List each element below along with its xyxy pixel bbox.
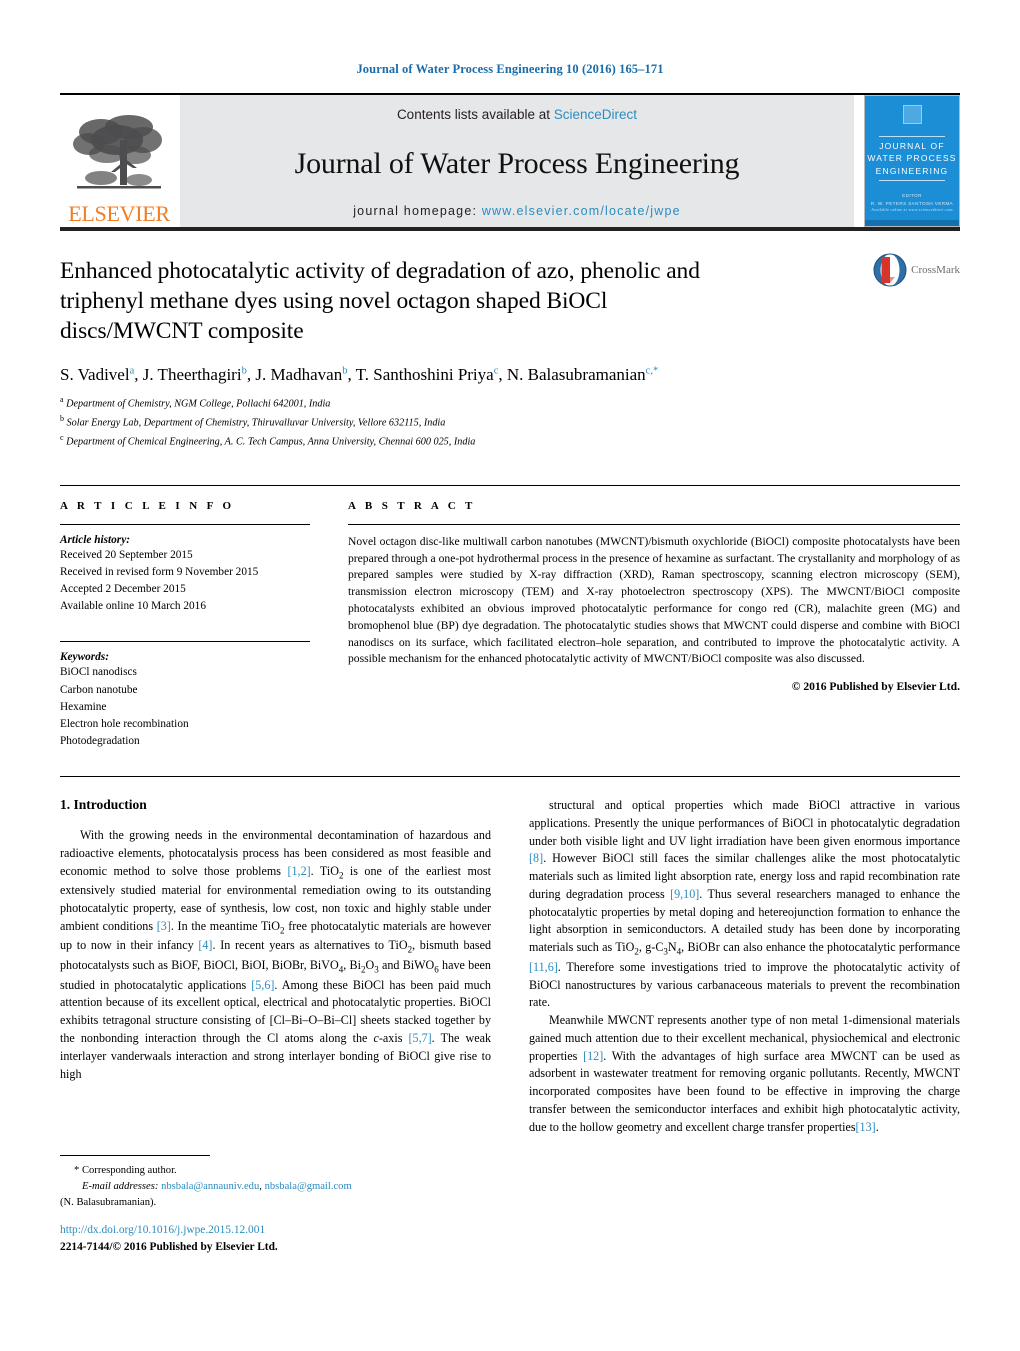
affiliation-text: Department of Chemical Engineering, A. C… — [66, 436, 476, 448]
affiliation-marker: c — [60, 432, 64, 442]
author-affil-marker: a — [129, 365, 135, 377]
cover-editor-label: EDITOR — [902, 192, 922, 198]
article-info-column: A R T I C L E I N F O Article history: R… — [60, 486, 310, 750]
author-affil-marker: b — [241, 365, 247, 377]
affiliation-item: a Department of Chemistry, NGM College, … — [60, 394, 960, 413]
paragraph: Meanwhile MWCNT represents another type … — [529, 1013, 960, 1134]
body-top-rule — [60, 776, 960, 778]
author-list: S. Vadivela, J. Theerthagirib, J. Madhav… — [60, 365, 659, 384]
article-info-heading: A R T I C L E I N F O — [60, 499, 235, 512]
info-abstract-section: A R T I C L E I N F O Article history: R… — [60, 484, 960, 750]
keyword-item: Hexamine — [60, 700, 107, 713]
cover-title: JOURNAL OF WATER PROCESS ENGINEERING — [867, 140, 956, 177]
article-title: Enhanced photocatalytic activity of degr… — [60, 257, 860, 347]
contents-line: Contents lists available at ScienceDirec… — [397, 107, 637, 122]
abstract-copyright: © 2016 Published by Elsevier Ltd. — [791, 680, 960, 694]
running-head: Journal of Water Process Engineering 10 … — [356, 62, 664, 76]
email-link-primary[interactable]: nbsbala@annauniv.edu — [161, 1181, 259, 1192]
keywords-label: Keywords: — [60, 651, 109, 664]
contents-prefix: Contents lists available at — [396, 107, 554, 122]
section-heading-introduction: 1. Introduction — [60, 797, 147, 813]
journal-homepage-link[interactable]: www.elsevier.com/locate/jwpe — [482, 204, 681, 218]
keyword-item: Photodegradation — [60, 734, 140, 747]
cover-editor-block: EDITOR R. W. PETERS SANTOSH VERMA — [871, 192, 953, 208]
elsevier-wordmark: ELSEVIER — [68, 201, 170, 226]
abstract-heading: A B S T R A C T — [348, 499, 476, 512]
cover-bottom-bar — [865, 220, 959, 226]
corresponding-author-name: (N. Balasubramanian). — [60, 1196, 157, 1208]
body-column-right: structural and optical properties which … — [529, 797, 960, 1136]
article-title-line2: triphenyl methane dyes using novel octag… — [60, 287, 608, 314]
sciencedirect-link[interactable]: ScienceDirect — [554, 107, 637, 122]
crossmark-icon — [873, 253, 907, 287]
author-name: N. Balasubramanian — [506, 365, 646, 384]
author-name: J. Theerthagiri — [142, 365, 242, 384]
title-block: Enhanced photocatalytic activity of degr… — [60, 253, 960, 349]
author-affil-marker: c,* — [645, 365, 659, 377]
crossmark-label: CrossMark — [911, 264, 960, 276]
article-history-item: Received 20 September 2015 — [60, 548, 193, 561]
author-affil-marker: c — [493, 365, 499, 377]
keyword-item: Carbon nanotube — [60, 683, 138, 696]
cover-divider-2 — [879, 179, 945, 181]
article-title-line1: Enhanced photocatalytic activity of degr… — [60, 258, 700, 284]
body-column-left: 1. Introduction With the growing needs i… — [60, 797, 491, 1136]
affiliation-list: a Department of Chemistry, NGM College, … — [60, 394, 960, 451]
article-history-label: Article history: — [60, 533, 130, 546]
article-info-rule — [60, 523, 310, 525]
affiliation-marker: b — [60, 413, 64, 423]
keywords-block: Keywords: BiOCl nanodiscs Carbon nanotub… — [60, 641, 310, 750]
footnote-rule — [60, 1155, 210, 1156]
author-name: T. Santhoshini Priya — [355, 365, 494, 384]
cover-title-line1: JOURNAL OF — [879, 141, 945, 151]
affiliation-item: b Solar Energy Lab, Department of Chemis… — [60, 413, 960, 432]
doi-link[interactable]: http://dx.doi.org/10.1016/j.jwpe.2015.12… — [60, 1222, 500, 1239]
crossmark-badge[interactable]: CrossMark — [873, 253, 960, 287]
author-affil-marker: b — [342, 365, 348, 377]
journal-title: Journal of Water Process Engineering — [294, 147, 740, 180]
affiliation-text: Department of Chemistry, NGM College, Po… — [66, 398, 331, 410]
cover-logo-icon — [902, 105, 922, 124]
elsevier-logo: ELSEVIER — [60, 95, 178, 227]
cover-divider — [879, 136, 945, 137]
elsevier-tree-icon — [73, 115, 162, 189]
abstract-text: Novel octagon disc-like multiwall carbon… — [348, 534, 960, 666]
sciencedirect-banner: Contents lists available at ScienceDirec… — [180, 95, 854, 227]
article-history-item: Accepted 2 December 2015 — [60, 583, 186, 596]
email-link-secondary[interactable]: nbsbala@gmail.com — [265, 1181, 352, 1192]
paragraph: structural and optical properties which … — [529, 798, 961, 1010]
journal-homepage-line: journal homepage: www.elsevier.com/locat… — [353, 204, 681, 218]
keywords-rule — [60, 641, 310, 643]
doi-block: http://dx.doi.org/10.1016/j.jwpe.2015.12… — [60, 1222, 500, 1256]
journal-masthead: ELSEVIER Contents lists available at Sci… — [60, 93, 960, 227]
affiliation-marker: a — [60, 395, 64, 404]
body-columns: 1. Introduction With the growing needs i… — [60, 797, 960, 1136]
corresponding-author-note: * Corresponding author. — [74, 1165, 177, 1176]
abstract-rule — [348, 523, 960, 525]
affiliation-item: c Department of Chemical Engineering, A.… — [60, 432, 960, 451]
article-page: Journal of Water Process Engineering 10 … — [0, 0, 1020, 1351]
masthead-bottom-rule — [60, 227, 960, 231]
journal-cover-thumbnail[interactable]: JOURNAL OF WATER PROCESS ENGINEERING EDI… — [864, 95, 960, 227]
article-history-item: Available online 10 March 2016 — [60, 600, 206, 613]
email-line: E-mail addresses: nbsbala@annauniv.edu, … — [82, 1180, 352, 1192]
footnote-block: * Corresponding author. E-mail addresses… — [60, 1155, 500, 1211]
article-history-item: Received in revised form 9 November 2015 — [60, 565, 259, 578]
keyword-item: Electron hole recombination — [60, 717, 189, 730]
author-name: S. Vadivel — [60, 365, 130, 384]
author-name: J. Madhavan — [255, 365, 343, 384]
paragraph: With the growing needs in the environmen… — [60, 828, 491, 1081]
issn-copyright-line: 2214-7144/© 2016 Published by Elsevier L… — [60, 1241, 278, 1254]
cover-title-line2: WATER PROCESS — [867, 153, 957, 164]
cover-title-line3: ENGINEERING — [875, 165, 949, 176]
email-label: E-mail addresses: — [82, 1180, 159, 1192]
article-title-line3: discs/MWCNT composite — [60, 317, 304, 344]
homepage-prefix: journal homepage: — [353, 204, 482, 218]
affiliation-text: Solar Energy Lab, Department of Chemistr… — [66, 417, 446, 429]
abstract-column: A B S T R A C T Novel octagon disc-like … — [348, 486, 960, 750]
keyword-item: BiOCl nanodiscs — [60, 666, 137, 679]
cover-footer-note: Available online at www.sciencedirect.co… — [871, 207, 953, 212]
